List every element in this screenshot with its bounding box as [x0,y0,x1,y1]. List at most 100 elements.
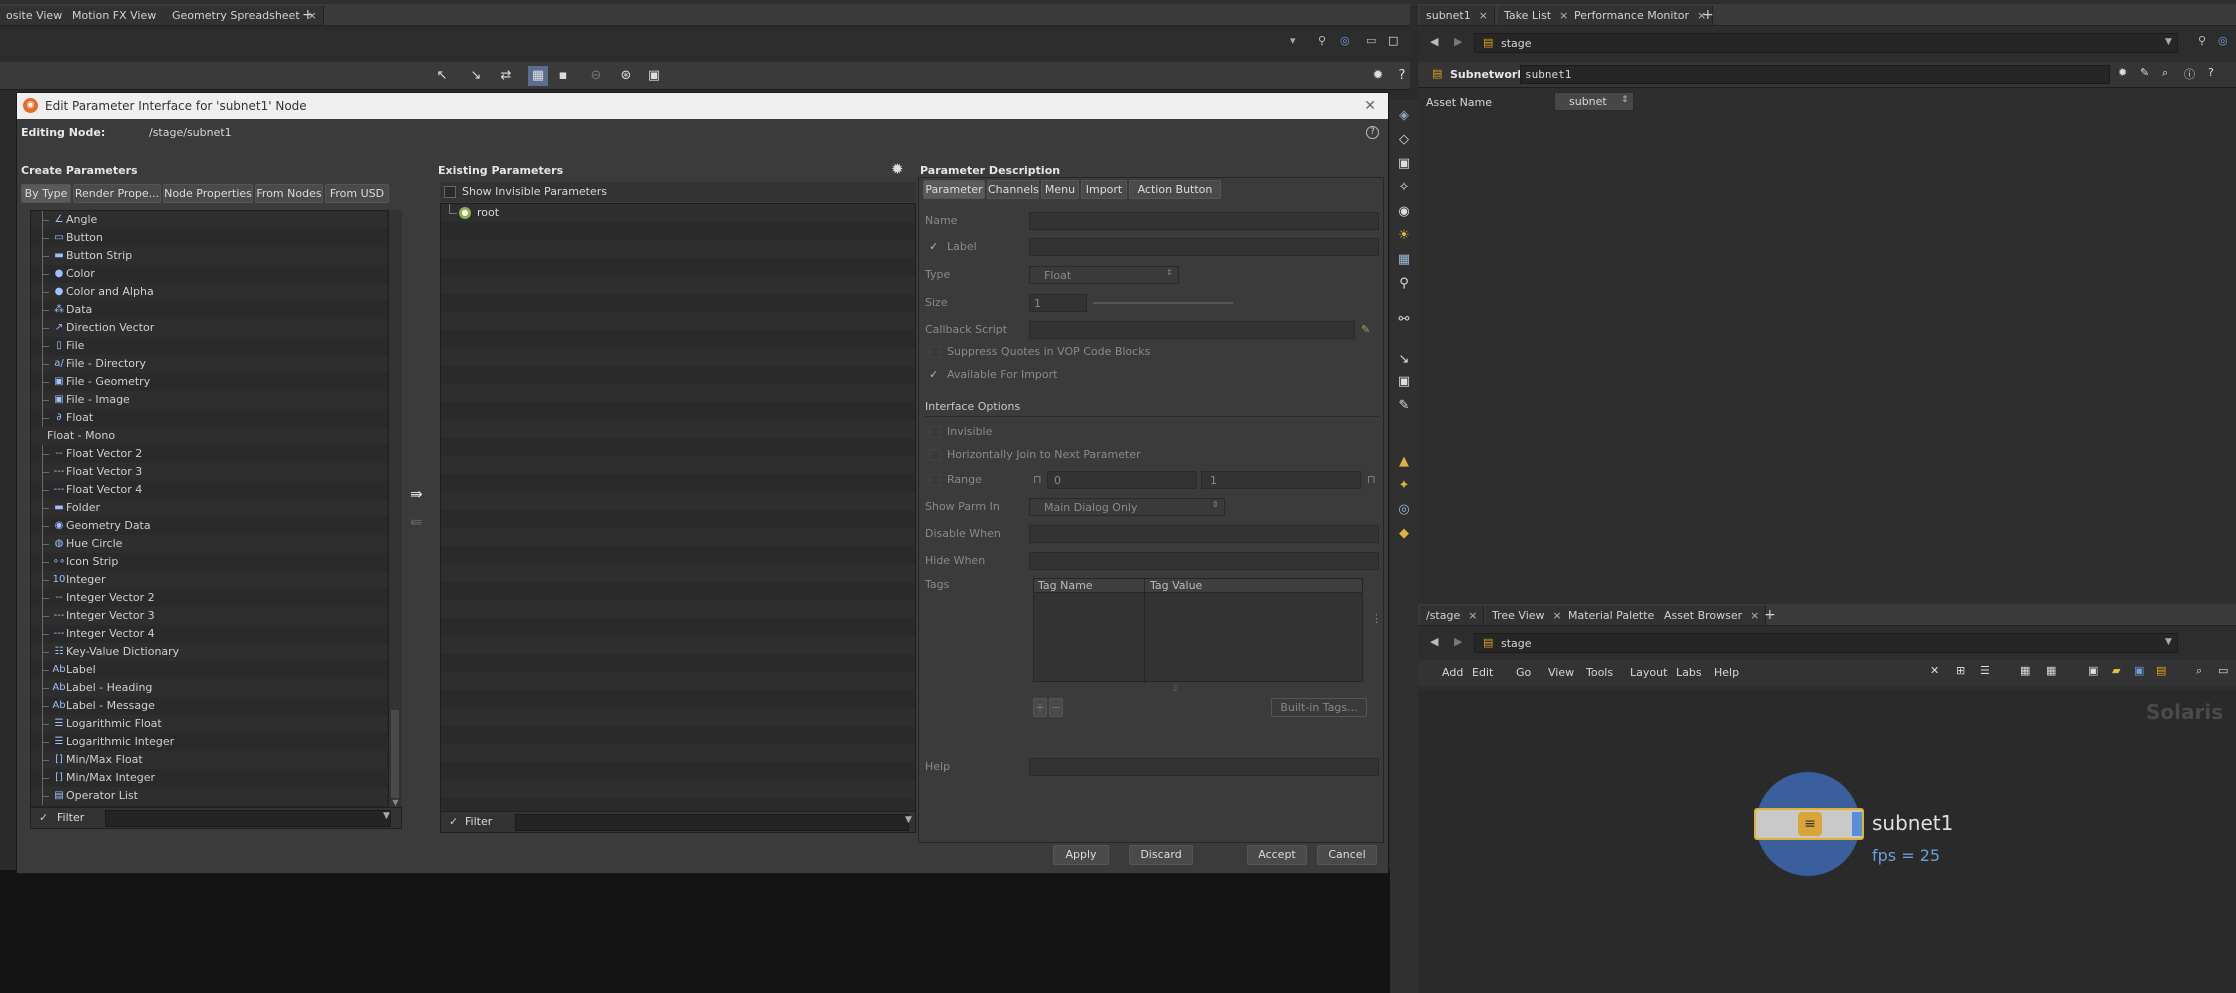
add-tab-icon[interactable]: + [1758,606,1782,625]
dot-icon[interactable]: ▤ [2156,664,2166,677]
pin-icon[interactable]: ⚲ [1318,34,1334,50]
display-flag[interactable] [1852,812,1862,836]
list-item[interactable]: -- Integer Vector 2 [31,589,387,607]
search-icon[interactable]: ⌕ [2196,664,2202,678]
tab-parameter[interactable]: Parameter [923,180,985,199]
light2-icon[interactable]: ✦ [1394,476,1414,496]
brush-icon[interactable]: ✎ [2140,66,2149,79]
list-item[interactable]: ----Float Vector 4 [31,481,387,509]
apply-button[interactable]: Apply [1053,845,1109,865]
grid-icon[interactable]: ▦ [1394,250,1414,270]
tree-icon[interactable]: ⊞ [1956,664,1965,677]
tab-from-nodes[interactable]: From Nodes [255,184,323,203]
list-item[interactable]: Ab Label - Heading [31,679,387,697]
viewport-3d[interactable] [0,870,1390,993]
show-invisible-checkbox[interactable] [444,186,456,198]
list-item[interactable]: ▯ File [31,337,387,355]
list-icon[interactable]: ☰ [1980,664,1990,677]
subnet-node[interactable]: ≡ [1754,808,1864,840]
list-item[interactable]: ▬ Button Strip [31,247,387,265]
scene-icon[interactable]: ◎ [1394,500,1414,520]
help-icon[interactable]: ? [1366,126,1379,139]
tab-channels[interactable]: Channels [987,180,1039,199]
size-field[interactable]: 1 [1029,294,1087,312]
hjoin-checkbox[interactable] [929,449,941,461]
pin-icon[interactable]: ⚲ [1394,274,1414,294]
close-icon[interactable]: × [1479,9,1488,22]
create-filter-input[interactable] [105,810,391,827]
menu-tools[interactable]: Tools [1586,666,1613,679]
network-path-field[interactable]: ▤ stage ▼ [1474,633,2178,653]
tab-subnet1[interactable]: subnet1 × [1420,6,1495,25]
list-item[interactable]: ☷ Key-Value Dictionary [31,643,387,661]
add-tag-button[interactable]: + [1033,698,1047,717]
display-icon[interactable]: ▪ [553,66,573,86]
range-min-lock-icon[interactable]: ⊓ [1033,473,1042,486]
disable-when-field[interactable] [1029,525,1379,543]
list-item[interactable]: ▤ Operator List [31,787,387,805]
wrench-icon[interactable]: ✕ [1930,664,1939,677]
gear-icon[interactable]: ✹ [2118,66,2127,79]
tab-menu[interactable]: Menu [1041,180,1079,199]
script-icon[interactable]: ✎ [1361,323,1370,336]
tab-by-type[interactable]: By Type [21,184,71,203]
available-checkbox[interactable]: ✓ [929,369,941,381]
select-icon[interactable]: ↖ [432,66,452,86]
list-item[interactable]: ∠ Angle [31,211,387,229]
tab-import[interactable]: Import [1081,180,1127,199]
gear-icon[interactable]: ✹ [891,160,904,178]
tab-action-button[interactable]: Action Button [1129,180,1221,199]
menu-labs[interactable]: Labs [1676,666,1702,679]
list-item[interactable]: Ab Label - Message [31,697,387,715]
forward-icon[interactable]: ▶ [1454,35,1462,48]
suppress-checkbox[interactable] [929,346,941,358]
add-parameter-arrow-icon[interactable]: ⇛ [410,485,423,503]
forward-icon[interactable]: ▶ [1454,635,1462,648]
asset-name-field[interactable]: subnet ⇕ [1554,92,1634,111]
light-icon[interactable]: ✧ [1394,178,1414,198]
net-box-icon[interactable]: ▣ [2134,664,2144,677]
help-field[interactable] [1029,758,1379,776]
hide-when-field[interactable] [1029,552,1379,570]
list-item[interactable]: ----Integer Vector 4 [31,625,387,653]
tab-stage[interactable]: /stage × [1420,606,1485,625]
node-name-field[interactable]: subnet1 [1520,65,2110,84]
remove-tag-button[interactable]: − [1049,698,1063,717]
accept-button[interactable]: Accept [1247,845,1307,865]
list-item[interactable]: ◉ Geometry Data [31,517,387,535]
type-select[interactable]: Float ⇕ [1029,266,1179,284]
menu-add[interactable]: Add [1442,666,1463,679]
range-min-field[interactable]: 0 [1047,471,1197,489]
show-parm-select[interactable]: Main Dialog Only ⇕ [1029,498,1225,516]
close-icon[interactable]: × [1553,609,1562,622]
sphere-icon[interactable]: ◉ [1394,202,1414,222]
dropdown-icon[interactable]: ▾ [1290,34,1306,50]
list-item[interactable]: ▣ File - Geometry [31,373,387,391]
dropdown-icon[interactable]: ▼ [383,811,390,821]
scrollbar-thumb[interactable] [391,710,399,798]
dropdown-icon[interactable]: ▼ [2165,37,2172,47]
list-item[interactable]: ▣ File - Image [31,391,387,409]
link-icon[interactable]: ⚯ [1394,310,1414,330]
list-item[interactable]: ∂ Float [31,409,387,427]
tab-render-properties[interactable]: Render Prope... [73,184,161,203]
add-tab-icon[interactable]: + [296,6,320,25]
list-item[interactable]: ◍ Hue Circle [31,535,387,553]
builtin-tags-button[interactable]: Built-in Tags... [1271,698,1367,717]
help-icon[interactable]: ? [2208,66,2214,79]
link-icon[interactable]: ◎ [1340,34,1356,50]
bulb-icon[interactable]: ◆ [1394,524,1414,544]
dropdown-icon[interactable]: ▼ [905,815,912,825]
warning-icon[interactable]: ▲ [1394,452,1414,472]
range-max-field[interactable]: 1 [1201,471,1361,489]
sun-icon[interactable]: ☀ [1394,226,1414,246]
close-icon[interactable]: × [1559,9,1568,22]
link-icon[interactable]: ◎ [2218,34,2228,47]
frame-icon[interactable]: ▣ [1394,372,1414,392]
list-item[interactable]: ▬ Folder [31,499,387,517]
list-item[interactable]: 10 Integer [31,571,387,589]
list-item[interactable]: ☰ Logarithmic Float [31,715,387,733]
network-canvas[interactable]: Solaris ≡ subnet1 fps = 25 [1418,690,2236,993]
create-list-scrollbar[interactable]: ▼ [388,210,402,810]
list-item[interactable]: [] Min/Max Integer [31,769,387,787]
